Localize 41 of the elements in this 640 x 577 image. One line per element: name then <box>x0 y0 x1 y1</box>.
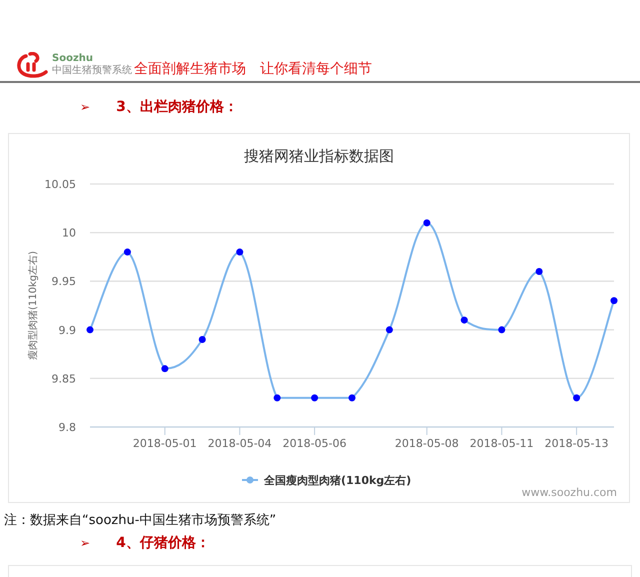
y-tick-label: 10 <box>62 226 76 240</box>
data-point <box>573 394 580 402</box>
y-tick-label: 9.8 <box>58 421 76 434</box>
y-tick-label: 9.95 <box>52 275 76 288</box>
x-tick-label: 2018-05-04 <box>208 437 272 450</box>
data-point <box>311 394 318 402</box>
data-point <box>86 326 94 334</box>
data-point <box>460 316 468 324</box>
y-tick-label: 10.05 <box>44 178 76 191</box>
data-point <box>423 219 430 226</box>
chart-credit: www.soozhu.com <box>522 486 617 499</box>
y-tick-label: 9.9 <box>58 324 76 337</box>
source-note: 注：数据来自“soozhu-中国生猪市场预警系统” <box>3 512 278 529</box>
section-heading: 4、仔猪价格： <box>116 534 210 552</box>
y-tick-label: 9.85 <box>52 372 76 386</box>
bullet-arrow-icon: ➢ <box>80 100 90 114</box>
data-point <box>274 394 281 402</box>
y-axis-label: 瘦肉型肉猪(110kg左右) <box>28 250 39 360</box>
data-point <box>198 336 206 344</box>
data-point <box>236 248 244 256</box>
data-point <box>498 326 506 334</box>
logo-icon <box>16 52 50 78</box>
x-tick-label: 2018-05-08 <box>394 437 459 450</box>
data-point <box>124 248 131 256</box>
data-point <box>610 297 618 304</box>
section-heading: 3、出栏肉猪价格： <box>116 98 238 116</box>
legend-marker-icon <box>242 476 258 484</box>
legend-label: 全国瘦肉型肉猪(110kg左右) <box>264 474 412 487</box>
slogan: 全面剖解生猪市场 让你看清每个细节 <box>134 60 372 78</box>
data-point <box>348 394 356 402</box>
data-point <box>536 268 543 275</box>
logo-name: Soozhu <box>52 53 94 64</box>
bullet-arrow-icon: ➢ <box>80 536 90 550</box>
logo-subtitle: 中国生猪预警系统 <box>52 65 132 77</box>
data-point <box>161 365 168 372</box>
x-tick-label: 2018-05-06 <box>282 437 347 450</box>
x-tick-label: 2018-05-11 <box>470 437 534 450</box>
chart-title: 搜猪网猪业指标数据图 <box>244 147 394 165</box>
x-tick-label: 2018-05-01 <box>132 437 197 450</box>
data-point <box>386 326 393 334</box>
x-tick-label: 2018-05-13 <box>544 437 609 450</box>
